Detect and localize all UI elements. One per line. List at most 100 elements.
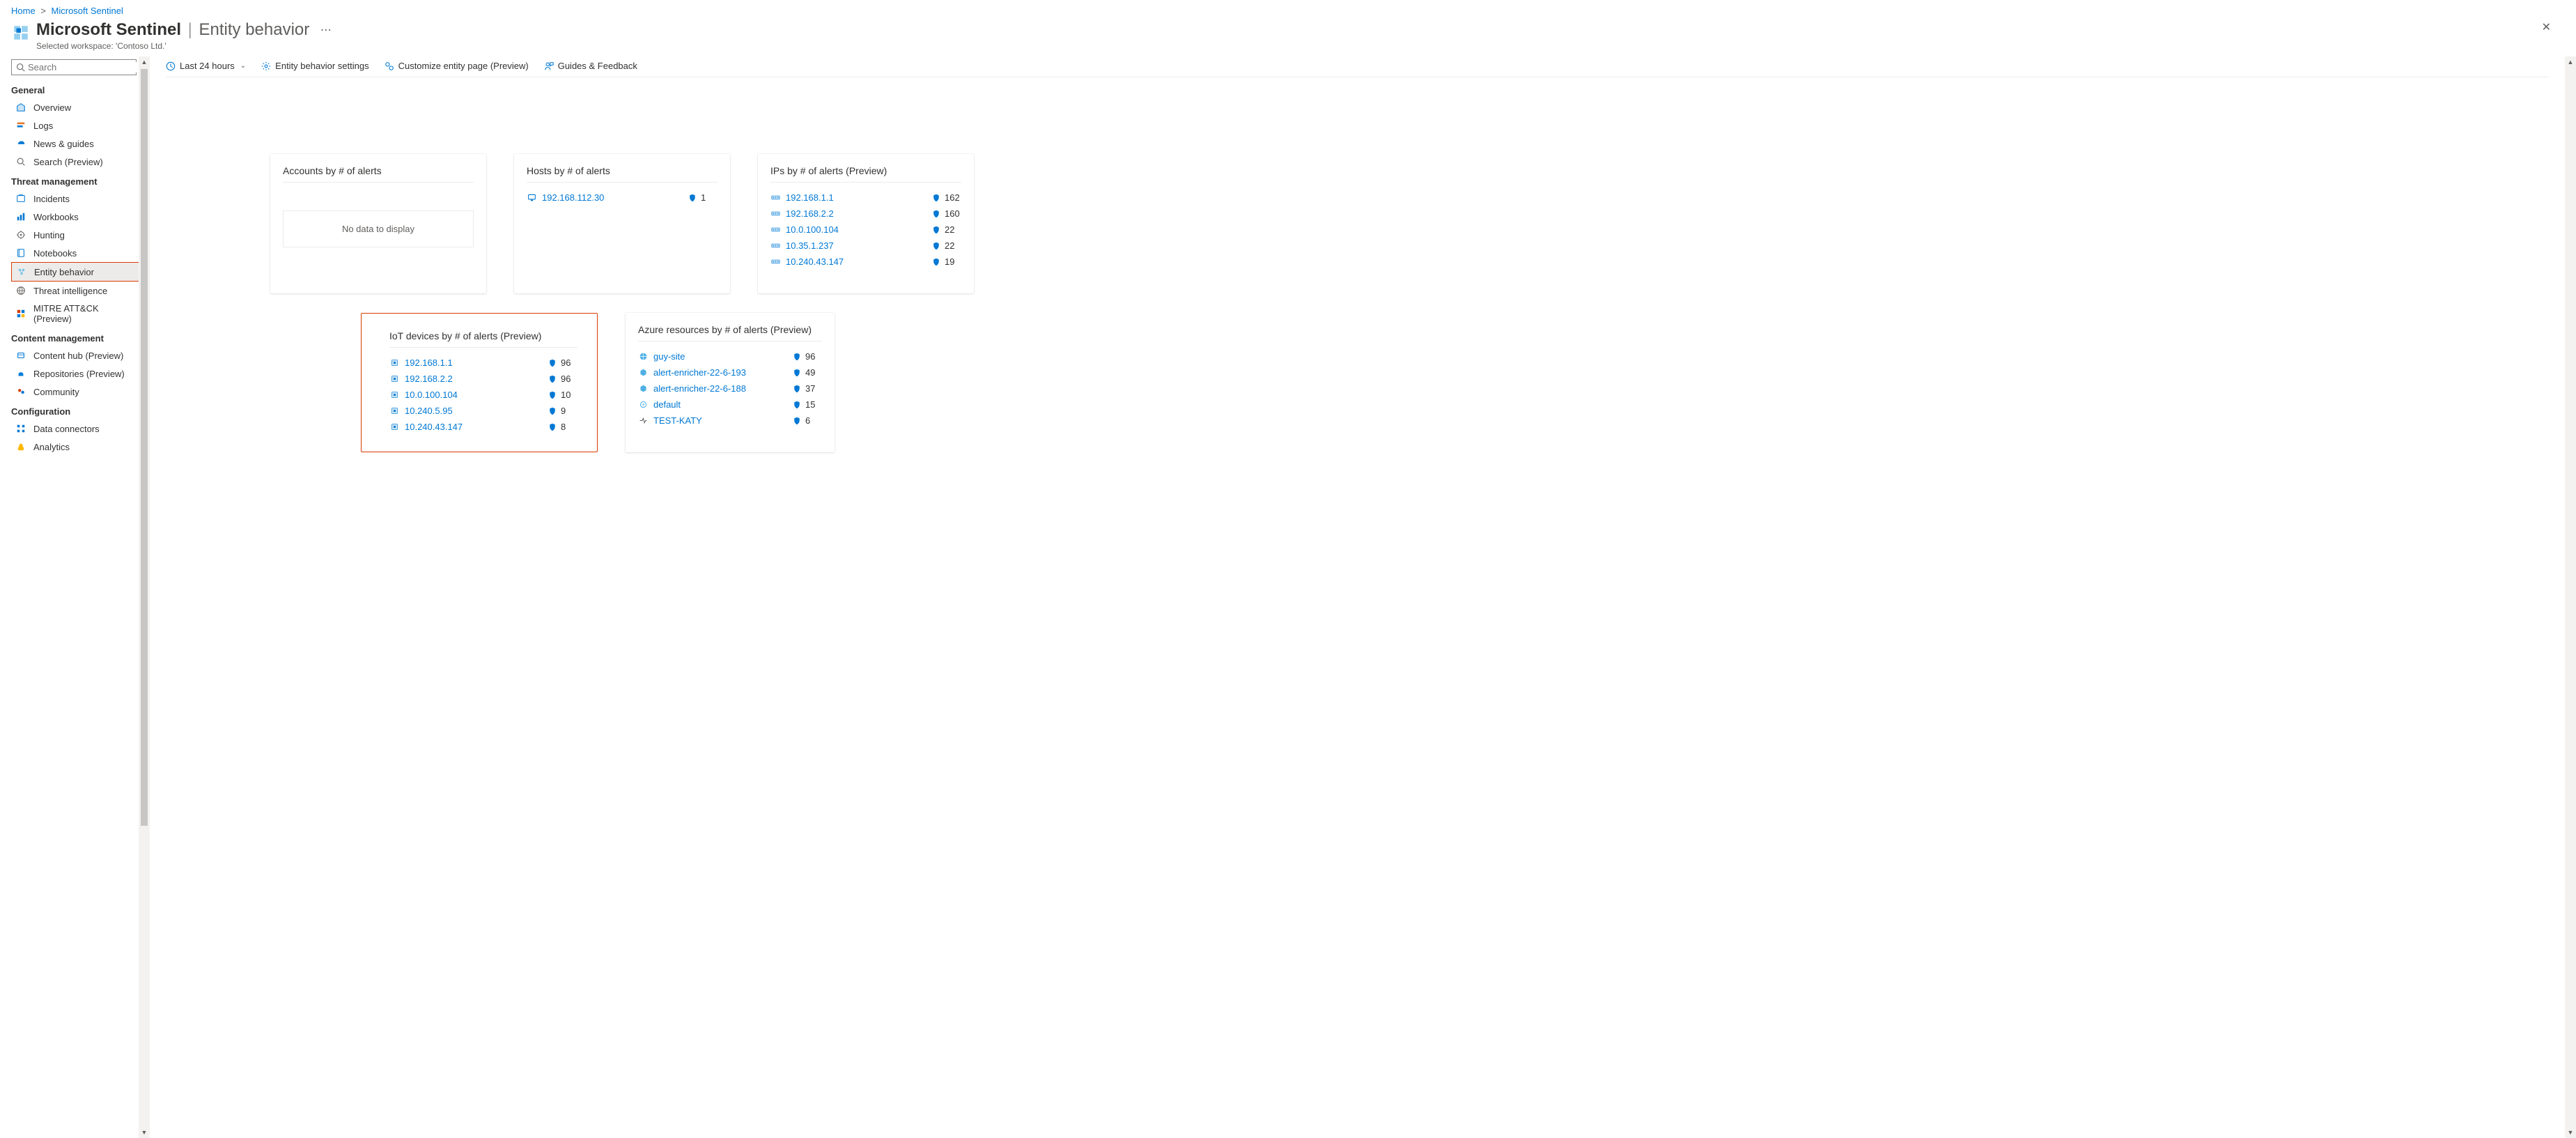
notebooks-icon <box>15 247 26 259</box>
nav-item-label: Entity behavior <box>34 267 94 277</box>
sidebar-item-overview[interactable]: Overview <box>11 98 143 116</box>
breadcrumb-home[interactable]: Home <box>11 6 36 16</box>
list-item: 10.240.43.14719 <box>770 254 961 270</box>
alert-count: 160 <box>945 208 961 219</box>
list-item: 10.240.5.959 <box>389 403 577 419</box>
sidebar-item-community[interactable]: Community <box>11 383 143 401</box>
workspace-label: Selected workspace: 'Contoso Ltd.' <box>36 41 332 51</box>
guides-feedback-button[interactable]: Guides & Feedback <box>544 61 637 71</box>
sidebar-item-threat-intelligence[interactable]: Threat intelligence <box>11 282 143 300</box>
sidebar-item-analytics[interactable]: Analytics <box>11 438 143 456</box>
sidebar-item-notebooks[interactable]: Notebooks <box>11 244 143 262</box>
alert-count: 96 <box>561 357 577 368</box>
alert-count: 49 <box>805 367 822 378</box>
sidebar-item-incidents[interactable]: Incidents <box>11 190 143 208</box>
nav-item-label: Notebooks <box>33 248 77 259</box>
more-menu[interactable]: ⋯ <box>320 24 332 36</box>
sidebar-item-logs[interactable]: Logs <box>11 116 143 134</box>
sidebar-item-repositories-preview-[interactable]: Repositories (Preview) <box>11 364 143 383</box>
shield-icon <box>932 194 940 202</box>
entity-link[interactable]: 192.168.2.2 <box>405 374 548 384</box>
search-input[interactable] <box>28 62 150 72</box>
alert-count: 22 <box>945 240 961 251</box>
shield-icon <box>793 353 801 361</box>
sidebar-item-news-guides[interactable]: News & guides <box>11 134 143 153</box>
alert-count: 96 <box>805 351 822 362</box>
sidebar-search[interactable] <box>11 59 137 75</box>
sidebar-item-search-preview-[interactable]: Search (Preview) <box>11 153 143 171</box>
sidebar-item-workbooks[interactable]: Workbooks <box>11 208 143 226</box>
nav-section-header: Content management <box>11 328 146 346</box>
hunting-icon <box>15 229 26 240</box>
entity-link[interactable]: alert-enricher-22-6-188 <box>653 383 793 394</box>
entity-link[interactable]: 192.168.1.1 <box>405 357 548 368</box>
main-content: Last 24 hours ⌄ Entity behavior settings… <box>146 56 2576 1138</box>
no-data-message: No data to display <box>283 210 474 247</box>
shield-icon <box>793 401 801 409</box>
entity-link[interactable]: default <box>653 399 793 410</box>
nav-item-label: Hunting <box>33 230 65 240</box>
nav-item-label: Data connectors <box>33 424 100 434</box>
breadcrumb-parent[interactable]: Microsoft Sentinel <box>52 6 123 16</box>
entity-link[interactable]: guy-site <box>653 351 793 362</box>
list-item: 192.168.1.1 162 <box>770 190 961 206</box>
alert-count: 22 <box>945 224 961 235</box>
gear-icon <box>261 61 271 71</box>
sidebar-item-entity-behavior[interactable]: Entity behavior <box>11 262 143 282</box>
scroll-up-icon[interactable]: ▲ <box>2568 56 2574 68</box>
entity-link[interactable]: 10.0.100.104 <box>405 390 548 400</box>
sidebar-item-content-hub-preview-[interactable]: Content hub (Preview) <box>11 346 143 364</box>
entity-link[interactable]: alert-enricher-22-6-193 <box>653 367 793 378</box>
alert-count: 6 <box>805 415 822 426</box>
nav-item-label: Search (Preview) <box>33 157 103 167</box>
chevron-right-icon: > <box>40 6 46 16</box>
repos-icon <box>15 368 26 379</box>
entity-settings-button[interactable]: Entity behavior settings <box>261 61 368 71</box>
entity-link[interactable]: 192.168.112.30 <box>542 192 688 203</box>
entity-link[interactable]: 192.168.2.2 <box>786 208 932 219</box>
close-icon[interactable]: ✕ <box>2536 19 2556 36</box>
list-item: 10.0.100.104 22 <box>770 222 961 238</box>
sentinel-icon <box>11 23 31 43</box>
sidebar-item-data-connectors[interactable]: Data connectors <box>11 420 143 438</box>
entity-link[interactable]: 10.240.43.147 <box>405 422 548 432</box>
entity-link[interactable]: 10.35.1.237 <box>786 240 932 251</box>
shield-icon <box>793 417 801 425</box>
news-icon <box>15 138 26 149</box>
analytics-icon <box>15 441 26 452</box>
sidebar-item-mitre-att-ck-preview-[interactable]: MITRE ATT&CK (Preview) <box>11 300 143 328</box>
nav-item-label: Repositories (Preview) <box>33 369 125 379</box>
entity-link[interactable]: TEST-KATY <box>653 415 793 426</box>
shield-icon <box>688 194 697 202</box>
shield-icon <box>548 423 557 431</box>
logs-icon <box>15 120 26 131</box>
alert-count: 162 <box>945 192 961 203</box>
main-scrollbar[interactable]: ▲ ▼ <box>2565 56 2576 1138</box>
list-item: 10.35.1.237 22 <box>770 238 961 254</box>
shield-icon <box>548 391 557 399</box>
page-subtitle: Entity behavior <box>199 20 310 39</box>
alert-count: 15 <box>805 399 822 410</box>
sidebar-item-hunting[interactable]: Hunting <box>11 226 143 244</box>
ip-icon <box>770 225 780 234</box>
entity-link[interactable]: 10.240.43.147 <box>786 256 932 267</box>
person-feedback-icon <box>544 61 554 71</box>
ip-icon <box>770 209 780 218</box>
res-web-icon <box>638 352 648 361</box>
res-scale-icon <box>638 416 648 425</box>
customize-page-button[interactable]: Customize entity page (Preview) <box>385 61 529 71</box>
page-title: Microsoft Sentinel <box>36 20 181 39</box>
alert-count: 10 <box>561 390 577 400</box>
time-range-picker[interactable]: Last 24 hours ⌄ <box>166 61 246 71</box>
entity-link[interactable]: 10.240.5.95 <box>405 406 548 416</box>
entity-link[interactable]: 192.168.1.1 <box>786 192 932 203</box>
clock-icon <box>166 61 176 71</box>
chevron-down-icon: ⌄ <box>240 62 246 70</box>
alert-count: 8 <box>561 422 577 432</box>
nav-item-label: Content hub (Preview) <box>33 351 123 361</box>
scroll-down-icon[interactable]: ▼ <box>2568 1127 2574 1138</box>
nav-item-label: Logs <box>33 121 53 131</box>
shield-icon <box>932 258 940 266</box>
list-item: 192.168.2.296 <box>389 371 577 387</box>
entity-link[interactable]: 10.0.100.104 <box>786 224 932 235</box>
